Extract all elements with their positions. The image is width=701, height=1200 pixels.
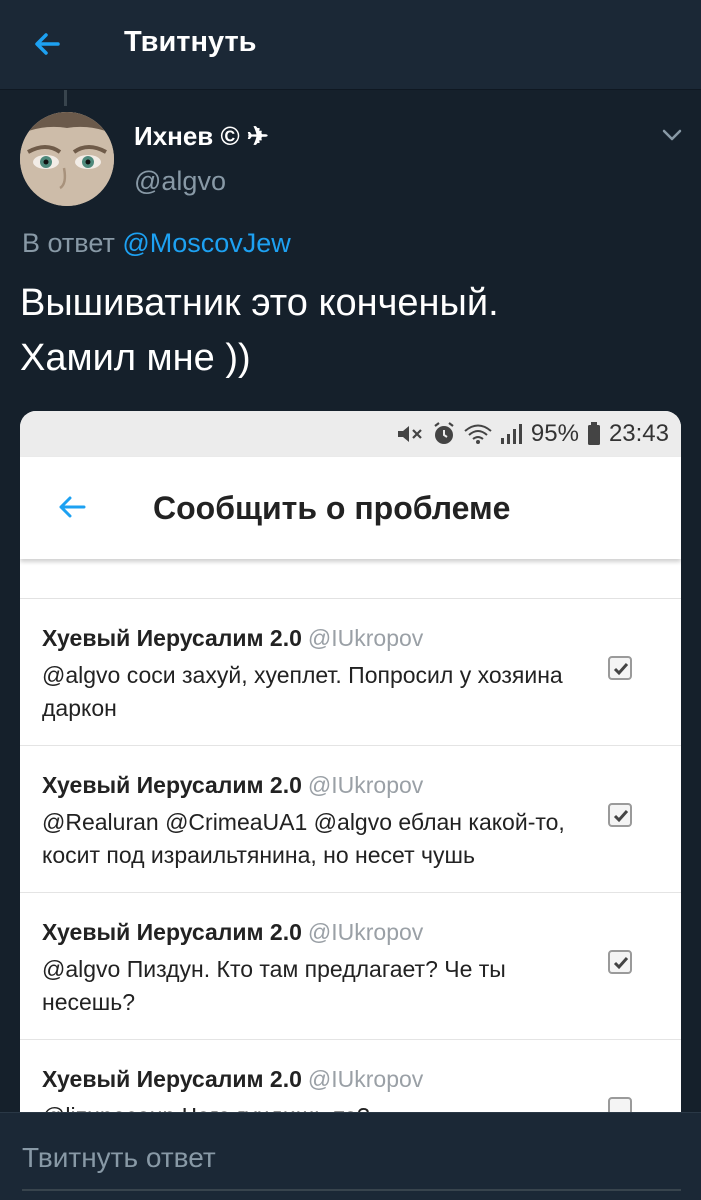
report-tweet-item[interactable]: Хуевый Иерусалим 2.0 @IUkropov @algvo Пиз… <box>20 893 681 1040</box>
checkmark-icon <box>613 663 629 676</box>
tweet-text: Вышиватник это конченый. Хамил мне )) <box>20 276 670 386</box>
report-tweet-item[interactable]: Хуевый Иерусалим 2.0 @IUkropov @Realuran … <box>20 746 681 893</box>
checkmark-icon <box>613 957 629 970</box>
top-app-bar: Твитнуть <box>0 0 701 90</box>
signal-icon <box>500 424 522 444</box>
report-tweet-author: Хуевый Иерусалим 2.0 <box>42 772 302 798</box>
report-tweet-header: Хуевый Иерусалим 2.0 @IUkropov <box>42 1066 423 1093</box>
avatar-image <box>20 112 114 206</box>
report-tweet-header: Хуевый Иерусалим 2.0 @IUkropov <box>42 772 423 799</box>
report-tweet-item[interactable]: Хуевый Иерусалим 2.0 @IUkropov @algvo сос… <box>20 599 681 746</box>
report-tweet-text: @lizunecoup Чего гундишь-то? <box>42 1100 582 1112</box>
chevron-down-icon[interactable] <box>660 126 684 144</box>
report-checkbox[interactable] <box>608 656 632 680</box>
wifi-icon <box>464 424 492 444</box>
avatar[interactable] <box>20 112 114 206</box>
report-tweet-text: @algvo Пиздун. Кто там предлагает? Че ты… <box>42 956 506 1015</box>
battery-icon <box>587 422 600 445</box>
report-title: Сообщить о проблеме <box>153 490 511 526</box>
alarm-icon <box>434 422 454 444</box>
report-app-bar: Сообщить о проблеме <box>20 457 681 559</box>
reply-input[interactable]: Твитнуть ответ <box>22 1142 216 1174</box>
report-tweet-text: @Realuran @CrimeaUA1 @algvo еблан какой-… <box>42 809 565 868</box>
arrow-left-icon[interactable] <box>54 489 90 525</box>
reply-context: В ответ @MoscovJew <box>22 228 291 259</box>
report-tweet-author: Хуевый Иерусалим 2.0 <box>42 919 302 945</box>
reply-prefix: В ответ <box>22 228 115 258</box>
report-tweet-handle: @IUkropov <box>307 772 424 798</box>
mute-icon <box>397 426 422 442</box>
report-tweet-header: Хуевый Иерусалим 2.0 @IUkropov <box>42 625 423 652</box>
report-tweet-item[interactable]: Хуевый Иерусалим 2.0@IUkropov @lizunecou… <box>20 1040 681 1112</box>
reply-input-underline <box>22 1189 681 1191</box>
report-tweet-handle: @IUkropov <box>307 625 424 651</box>
author-handle[interactable]: @algvo <box>134 166 226 197</box>
tweet-text-line: Вышиватник это конченый. <box>20 282 499 324</box>
arrow-left-icon[interactable] <box>26 22 70 66</box>
report-tweet-author: Хуевый Иерусалим 2.0 <box>42 625 302 651</box>
phone-status-bar: 95% 23:43 <box>20 411 681 457</box>
report-tweet-text: @algvo соси захуй, хуеплет. Попросил у х… <box>42 662 563 721</box>
thread-connector <box>64 90 67 106</box>
author-name[interactable]: Ихнев © ✈ <box>134 121 269 152</box>
report-tweet-handle: @IUkropov <box>307 1066 424 1092</box>
tweet-text-line: Хамил мне )) <box>20 337 251 379</box>
report-tweet-header: Хуевый Иерусалим 2.0 @IUkropov <box>42 919 423 946</box>
attached-screenshot[interactable]: 95% 23:43 Сообщить о проблеме Хуевый Иер… <box>20 411 681 1112</box>
report-tweet-handle: @IUkropov <box>307 919 424 945</box>
report-checkbox[interactable] <box>608 950 632 974</box>
report-checkbox[interactable] <box>608 1097 632 1112</box>
battery-percent: 95% <box>530 420 579 447</box>
checkmark-icon <box>613 810 629 823</box>
status-time: 23:43 <box>608 420 669 447</box>
report-checkbox[interactable] <box>608 803 632 827</box>
page-title: Твитнуть <box>124 26 257 58</box>
report-tweet-author: Хуевый Иерусалим 2.0 <box>42 1066 302 1092</box>
reply-mention-link[interactable]: @MoscovJew <box>122 228 290 258</box>
